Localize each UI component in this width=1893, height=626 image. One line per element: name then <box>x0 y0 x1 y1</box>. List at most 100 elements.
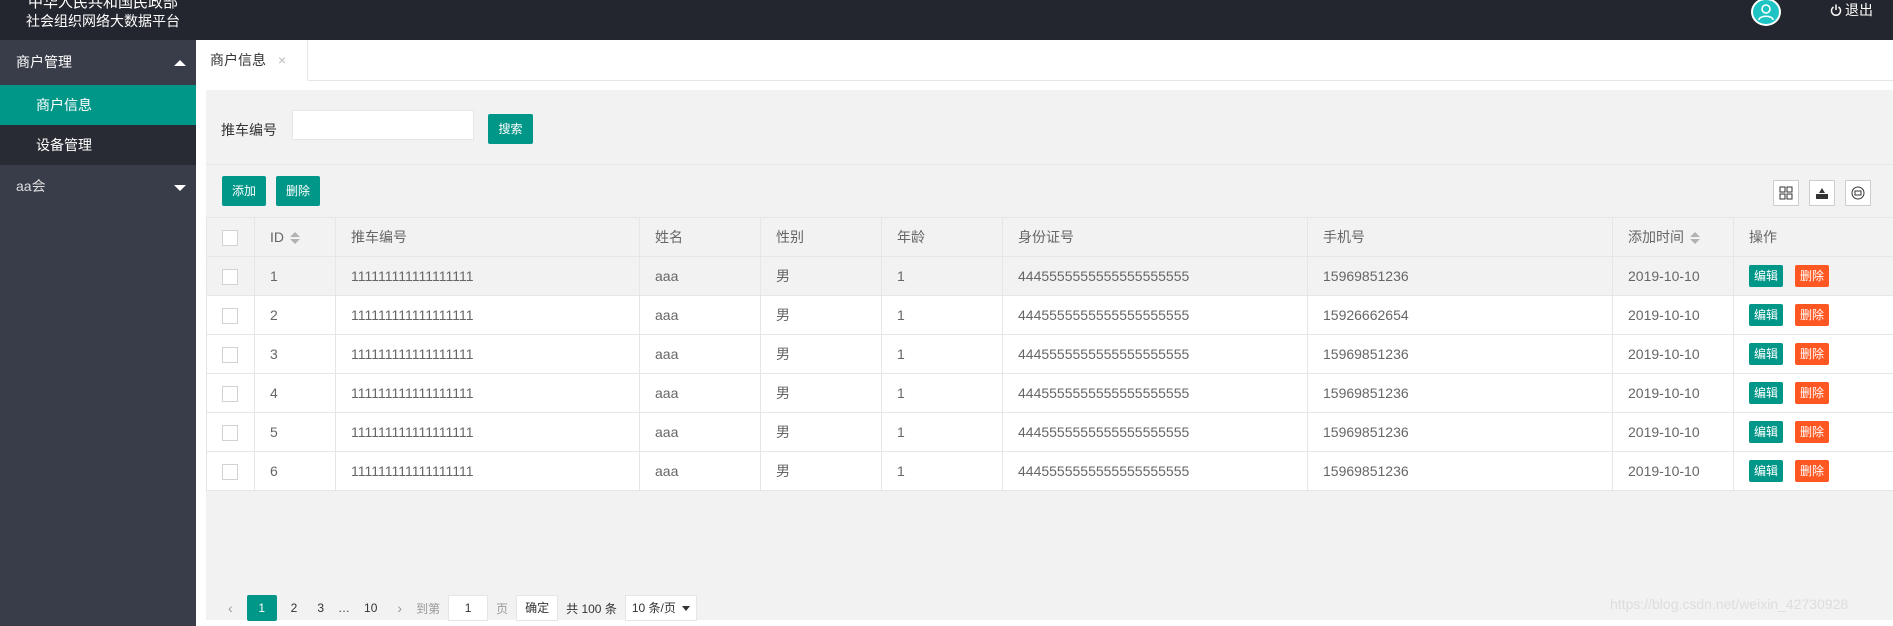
delete-button[interactable]: 删除 <box>1795 382 1829 404</box>
cell-phone: 15969851236 <box>1307 256 1613 296</box>
cell-id-card: 4445555555555555555555 <box>1002 295 1308 335</box>
sidebar-item-label: 设备管理 <box>36 137 92 153</box>
column-header-name: 姓名 <box>639 217 761 257</box>
edit-button[interactable]: 编辑 <box>1749 265 1783 287</box>
page-1-button[interactable]: 1 <box>246 595 277 621</box>
cell-cart-number: 111111111111111111 <box>335 373 640 413</box>
cell-gender: 男 <box>760 412 882 452</box>
sidebar-item-device-management[interactable]: 设备管理 <box>0 125 196 165</box>
column-header-id[interactable]: ID <box>254 217 336 257</box>
sidebar-group-merchant[interactable]: 商户管理 <box>0 40 196 85</box>
column-header-id-card: 身份证号 <box>1002 217 1308 257</box>
columns-button[interactable] <box>1773 180 1799 206</box>
cell-added-time: 2019-10-10 <box>1612 451 1734 491</box>
sidebar-item-label: 商户信息 <box>36 97 92 113</box>
cell-age: 1 <box>881 373 1003 413</box>
pagination-ellipsis: … <box>338 601 351 615</box>
cell-id-card: 4445555555555555555555 <box>1002 412 1308 452</box>
table-row: 5 111111111111111111 aaa 男 1 44455555555… <box>206 412 1893 452</box>
cell-name: aaa <box>639 412 761 452</box>
edit-button[interactable]: 编辑 <box>1749 343 1783 365</box>
cell-gender: 男 <box>760 373 882 413</box>
cell-gender: 男 <box>760 451 882 491</box>
user-icon <box>1758 4 1774 21</box>
cell-id-card: 4445555555555555555555 <box>1002 334 1308 374</box>
sidebar-item-merchant-info[interactable]: 商户信息 <box>0 85 196 125</box>
page-3-button[interactable]: 3 <box>311 595 330 621</box>
cell-id: 2 <box>254 295 336 335</box>
next-page-button[interactable]: › <box>391 595 408 621</box>
select-all-checkbox[interactable] <box>222 229 238 246</box>
cart-number-input[interactable] <box>292 110 474 140</box>
cell-cart-number: 111111111111111111 <box>335 412 640 452</box>
close-icon[interactable]: × <box>278 40 286 80</box>
cell-age: 1 <box>881 295 1003 335</box>
row-checkbox[interactable] <box>222 268 238 285</box>
data-table: ID 推车编号 姓名 性别 年龄 身份证号 手机号 添加时间 操作 1 1111… <box>206 217 1893 491</box>
sort-icon[interactable] <box>1690 232 1700 245</box>
cell-added-time: 2019-10-10 <box>1612 373 1734 413</box>
print-button[interactable] <box>1845 180 1871 206</box>
search-label: 推车编号 <box>221 122 277 138</box>
edit-button[interactable]: 编辑 <box>1749 421 1783 443</box>
column-header-age: 年龄 <box>881 217 1003 257</box>
delete-button[interactable]: 删除 <box>1795 304 1829 326</box>
column-header-phone: 手机号 <box>1307 217 1613 257</box>
delete-button[interactable]: 删除 <box>1795 343 1829 365</box>
cell-cart-number: 111111111111111111 <box>335 451 640 491</box>
row-checkbox-cell <box>206 451 255 491</box>
column-header-added-time[interactable]: 添加时间 <box>1612 217 1734 257</box>
row-checkbox-cell <box>206 412 255 452</box>
cell-gender: 男 <box>760 334 882 374</box>
total-count: 共 100 条 <box>566 601 617 616</box>
sidebar-group-label: aa会 <box>16 178 46 194</box>
row-checkbox[interactable] <box>222 463 238 480</box>
delete-button[interactable]: 删除 <box>1795 421 1829 443</box>
cell-age: 1 <box>881 412 1003 452</box>
cell-id-card: 4445555555555555555555 <box>1002 451 1308 491</box>
column-header-gender: 性别 <box>760 217 882 257</box>
search-button[interactable]: 搜索 <box>488 114 533 144</box>
table-row: 4 111111111111111111 aaa 男 1 44455555555… <box>206 373 1893 413</box>
cell-name: aaa <box>639 295 761 335</box>
logout-button[interactable]: 退出 <box>1830 0 1873 20</box>
edit-button[interactable]: 编辑 <box>1749 460 1783 482</box>
add-button[interactable]: 添加 <box>222 176 266 206</box>
sort-icon[interactable] <box>290 232 300 245</box>
edit-button[interactable]: 编辑 <box>1749 304 1783 326</box>
table-row: 1 111111111111111111 aaa 男 1 44455555555… <box>206 256 1893 296</box>
cell-id: 6 <box>254 451 336 491</box>
brand-title-line2: 社会组织网络大数据平台 <box>26 13 180 29</box>
page-2-button[interactable]: 2 <box>285 595 304 621</box>
export-button[interactable] <box>1809 180 1835 206</box>
delete-button[interactable]: 删除 <box>1795 460 1829 482</box>
row-checkbox[interactable] <box>222 385 238 402</box>
row-checkbox[interactable] <box>222 424 238 441</box>
chevron-down-icon <box>174 185 186 191</box>
edit-button[interactable]: 编辑 <box>1749 382 1783 404</box>
delete-button[interactable]: 删除 <box>1795 265 1829 287</box>
user-avatar[interactable] <box>1751 0 1781 26</box>
sidebar-group-aa[interactable]: aa会 <box>0 165 196 207</box>
tab-merchant-info[interactable]: 商户信息 × <box>196 40 308 81</box>
table-row: 2 111111111111111111 aaa 男 1 44455555555… <box>206 295 1893 335</box>
cell-gender: 男 <box>760 256 882 296</box>
cell-actions: 编辑 删除 <box>1733 295 1893 335</box>
cell-id: 4 <box>254 373 336 413</box>
brand-title-line1: 中华人民共和国民政部 <box>27 0 178 11</box>
row-checkbox[interactable] <box>222 346 238 363</box>
cell-age: 1 <box>881 256 1003 296</box>
page-last-button[interactable]: 10 <box>358 595 383 621</box>
goto-page-input[interactable]: 1 <box>448 595 489 621</box>
page-size-select[interactable]: 10 条/页 <box>624 595 697 621</box>
row-checkbox[interactable] <box>222 307 238 324</box>
table-panel: 添加 删除 ID 推车编号 姓名 性别 年龄 身份证号 手机号 添加时间 操作 … <box>206 164 1893 621</box>
cell-id: 1 <box>254 256 336 296</box>
batch-delete-button[interactable]: 删除 <box>276 176 320 206</box>
power-icon <box>1830 4 1842 16</box>
sidebar-submenu: 商户信息 设备管理 <box>0 85 196 165</box>
table-row: 3 111111111111111111 aaa 男 1 44455555555… <box>206 334 1893 374</box>
cell-name: aaa <box>639 451 761 491</box>
goto-confirm-button[interactable]: 确定 <box>516 595 559 621</box>
prev-page-button[interactable]: ‹ <box>222 595 239 621</box>
